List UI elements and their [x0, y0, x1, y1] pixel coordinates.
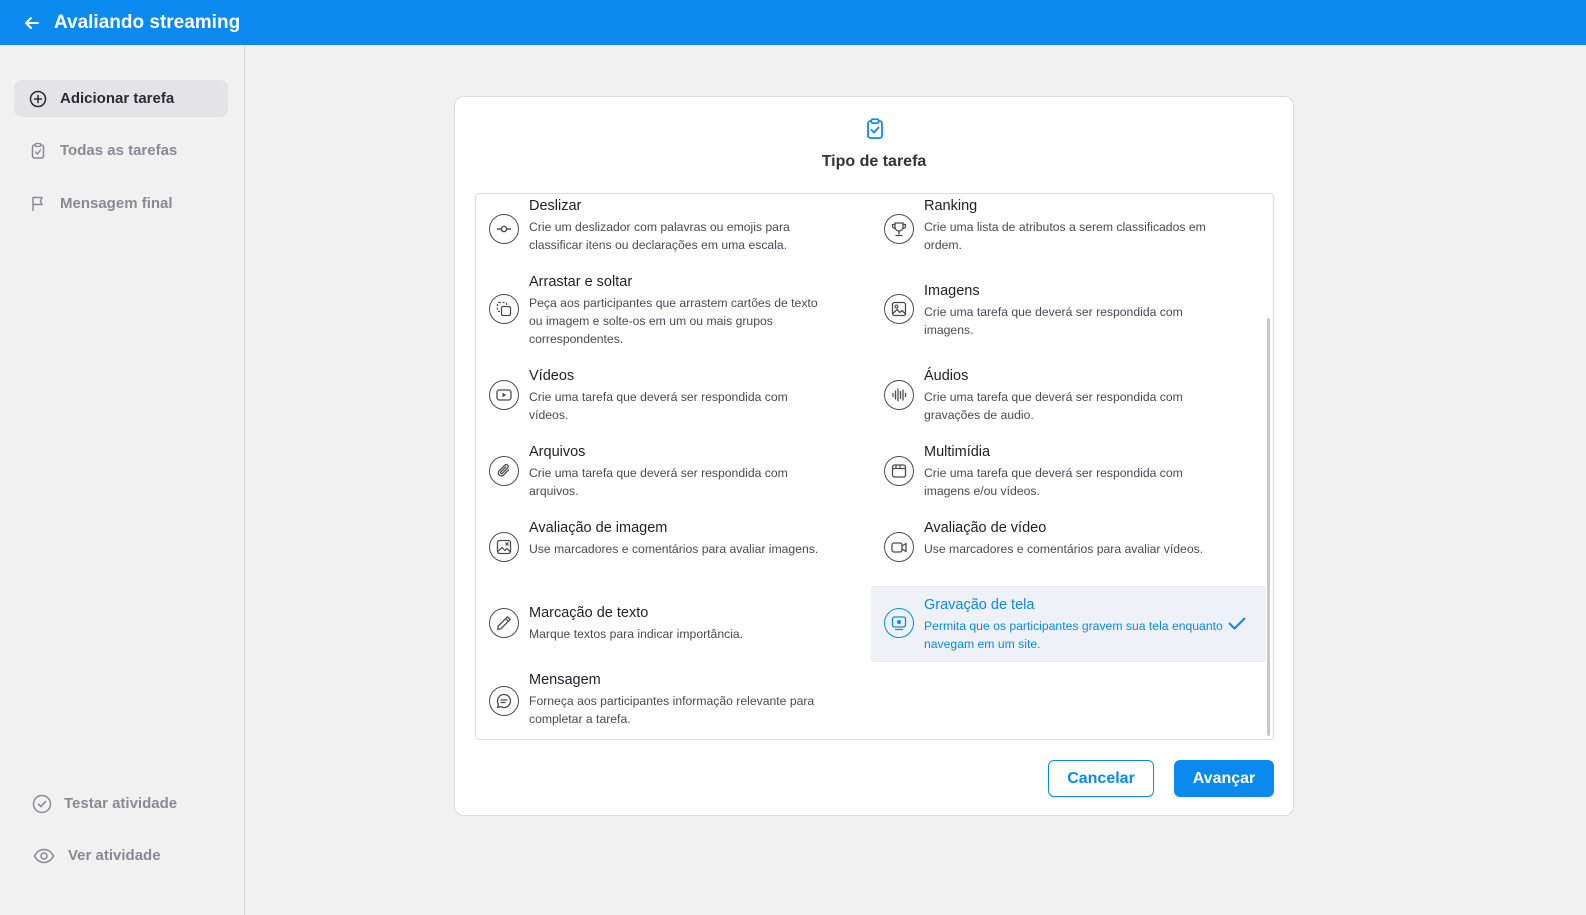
option-title: Áudios — [924, 368, 969, 384]
task-type-list[interactable]: Deslizar Crie um deslizador com palavras… — [475, 193, 1274, 740]
option-title: Avaliação de vídeo — [924, 520, 1047, 536]
image-review-icon — [489, 532, 519, 562]
plus-circle-icon — [28, 89, 48, 109]
option-avaliacao-de-imagem[interactable]: Avaliação de imagem Use marcadores e com… — [476, 520, 871, 582]
image-icon — [884, 294, 914, 324]
option-description: Use marcadores e comentários para avalia… — [529, 542, 819, 556]
sidebar-item-testar-atividade[interactable]: Testar atividade — [18, 785, 232, 822]
option-description: Crie uma tarefa que deverá ser respondid… — [924, 305, 1183, 337]
option-marcacao-de-texto[interactable]: Marcação de texto Marque textos para ind… — [476, 596, 871, 658]
sidebar-item-label: Mensagem final — [60, 195, 173, 212]
sidebar-item-label: Adicionar tarefa — [60, 90, 175, 107]
eye-icon — [32, 846, 56, 866]
option-arquivos[interactable]: Arquivos Crie uma tarefa que deverá ser … — [476, 444, 871, 506]
sidebar-item-adicionar-tarefa[interactable]: Adicionar tarefa — [14, 80, 228, 117]
audio-wave-icon — [884, 380, 914, 410]
check-circle-icon — [32, 794, 52, 814]
flag-icon — [28, 194, 48, 214]
modal-title: Tipo de tarefa — [821, 153, 927, 170]
option-avaliacao-de-video[interactable]: Avaliação de vídeo Use marcadores e come… — [871, 520, 1266, 582]
option-description: Crie uma lista de atributos a serem clas… — [924, 220, 1206, 252]
sidebar: Adicionar tarefa Todas as tarefas Mensag… — [0, 45, 245, 915]
option-title: Mensagem — [529, 672, 601, 688]
back-arrow-icon[interactable] — [22, 13, 42, 33]
option-description: Permita que os participantes gravem sua … — [924, 619, 1223, 651]
option-arrastar-e-soltar[interactable]: Arrastar e soltar Peça aos participantes… — [476, 274, 871, 354]
option-description: Marque textos para indicar importância. — [529, 627, 744, 641]
option-deslizar[interactable]: Deslizar Crie um deslizador com palavras… — [476, 198, 871, 260]
list-scrollbar[interactable] — [1267, 318, 1270, 736]
sidebar-item-todas-as-tarefas[interactable]: Todas as tarefas — [14, 132, 228, 169]
slider-icon — [489, 214, 519, 244]
task-type-modal: Tipo de tarefa Deslizar Crie um deslizad… — [454, 96, 1294, 816]
sidebar-item-label: Todas as tarefas — [60, 142, 178, 159]
trophy-icon — [884, 214, 914, 244]
option-description: Crie uma tarefa que deverá ser respondid… — [529, 466, 788, 498]
option-title: Marcação de texto — [529, 605, 649, 621]
option-description: Peça aos participantes que arrastem cart… — [529, 296, 818, 346]
sidebar-item-label: Testar atividade — [64, 795, 178, 812]
screen-record-icon — [884, 608, 914, 638]
sidebar-item-label: Ver atividade — [68, 847, 161, 864]
option-gravacao-de-tela[interactable]: Gravação de tela Permita que os particip… — [871, 586, 1266, 662]
option-mensagem[interactable]: Mensagem Forneça aos participantes infor… — [476, 672, 871, 734]
option-title: Avaliação de imagem — [529, 520, 668, 536]
check-icon — [1226, 612, 1248, 634]
top-bar: Avaliando streaming — [0, 0, 1586, 45]
option-description: Crie uma tarefa que deverá ser respondid… — [924, 390, 1183, 422]
page-title: Avaliando streaming — [54, 11, 241, 33]
option-imagens[interactable]: Imagens Crie uma tarefa que deverá ser r… — [871, 283, 1266, 345]
option-description: Crie um deslizador com palavras ou emoji… — [529, 220, 790, 252]
option-title: Deslizar — [529, 198, 582, 214]
sidebar-item-ver-atividade[interactable]: Ver atividade — [18, 837, 232, 874]
clipboard-icon — [28, 141, 48, 161]
option-title: Imagens — [924, 283, 980, 299]
option-ranking[interactable]: Ranking Crie uma lista de atributos a se… — [871, 198, 1266, 260]
option-description: Forneça aos participantes informação rel… — [529, 694, 815, 726]
option-title: Arquivos — [529, 444, 586, 460]
option-title: Multimídia — [924, 444, 991, 460]
option-videos[interactable]: Vídeos Crie uma tarefa que deverá ser re… — [476, 368, 871, 430]
video-icon — [489, 380, 519, 410]
option-audios[interactable]: Áudios Crie uma tarefa que deverá ser re… — [871, 368, 1266, 430]
option-title: Gravação de tela — [924, 597, 1035, 613]
option-description: Use marcadores e comentários para avalia… — [924, 542, 1204, 556]
option-description: Crie uma tarefa que deverá ser respondid… — [924, 466, 1183, 498]
video-review-icon — [884, 532, 914, 562]
sidebar-item-mensagem-final[interactable]: Mensagem final — [14, 185, 228, 222]
drag-drop-icon — [489, 294, 519, 324]
next-button[interactable]: Avançar — [1174, 760, 1274, 797]
paperclip-icon — [489, 456, 519, 486]
pen-icon — [489, 608, 519, 638]
cancel-button[interactable]: Cancelar — [1048, 760, 1154, 797]
option-multimidia[interactable]: Multimídia Crie uma tarefa que deverá se… — [871, 444, 1266, 506]
option-title: Arrastar e soltar — [529, 274, 633, 290]
multimedia-icon — [884, 456, 914, 486]
option-title: Ranking — [924, 198, 978, 214]
option-description: Crie uma tarefa que deverá ser respondid… — [529, 390, 788, 422]
message-icon — [489, 686, 519, 716]
option-title: Vídeos — [529, 368, 575, 384]
clipboard-check-icon — [863, 117, 887, 141]
